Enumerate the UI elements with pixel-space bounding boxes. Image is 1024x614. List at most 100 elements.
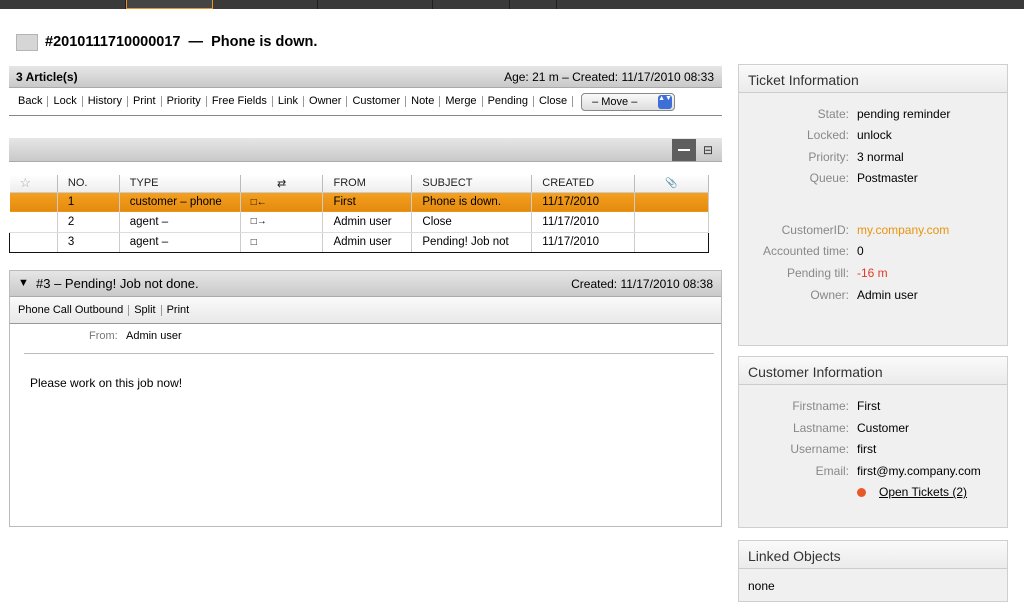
firstname-value: First xyxy=(857,399,881,413)
article-body: Please work on this job now! xyxy=(30,376,183,390)
print-link[interactable]: Print xyxy=(128,96,162,107)
ticket-number: #2010111710000017 xyxy=(45,34,181,50)
history-link[interactable]: History xyxy=(83,96,128,107)
owner-value: Admin user xyxy=(857,288,918,302)
row-subject: Close xyxy=(411,212,533,233)
row-from: First xyxy=(322,192,413,212)
select-arrows-icon: ▲▼ xyxy=(658,94,673,109)
lock-link[interactable]: Lock xyxy=(48,96,83,107)
table-row[interactable]: 2 agent – □→ Admin user Close 11/17/2010 xyxy=(9,212,709,233)
locked-label: Locked: xyxy=(806,128,849,142)
collapsed-view-icon[interactable] xyxy=(672,139,696,161)
customer-information-heading: Customer Information xyxy=(739,357,1007,385)
close-link[interactable]: Close xyxy=(534,96,574,107)
phone-call-outbound-link[interactable]: Phone Call Outbound xyxy=(13,304,130,316)
attachment-column-icon[interactable]: 📎 xyxy=(634,175,709,193)
internal-direction-icon: □ xyxy=(240,231,324,253)
priority-value: 3 normal xyxy=(857,150,904,164)
article-action-menu: Phone Call Outbound Split Print xyxy=(10,297,721,324)
note-link[interactable]: Note xyxy=(406,96,441,107)
outgoing-direction-icon: □→ xyxy=(240,212,324,233)
row-created: 11/17/2010 xyxy=(531,192,636,212)
row-from: Admin user xyxy=(322,231,413,253)
nav-tab-6[interactable] xyxy=(510,0,557,9)
article-detail-header: ▼ #3 – Pending! Job not done. Created: 1… xyxy=(10,271,721,297)
ticket-age-created: Age: 21 m – Created: 11/17/2010 08:33 xyxy=(504,70,714,84)
row-created: 11/17/2010 xyxy=(531,231,636,253)
star-column-icon[interactable]: ☆ xyxy=(9,175,58,193)
email-value[interactable]: first@my.company.com xyxy=(857,464,981,478)
collapse-triangle-icon[interactable]: ▼ xyxy=(18,277,29,289)
customerid-link[interactable]: my.company.com xyxy=(857,223,949,237)
incoming-direction-icon: □← xyxy=(240,192,324,212)
username-label: Username: xyxy=(790,442,849,456)
column-header-type[interactable]: TYPE xyxy=(119,175,241,193)
username-value: first xyxy=(857,442,877,456)
firstname-label: Firstname: xyxy=(792,399,849,413)
email-label: Email: xyxy=(815,464,849,478)
nav-tab-1[interactable] xyxy=(0,0,126,9)
column-header-from[interactable]: FROM xyxy=(322,175,413,193)
from-value: Admin user xyxy=(126,330,182,342)
row-from: Admin user xyxy=(322,212,413,233)
link-link[interactable]: Link xyxy=(273,96,305,107)
status-dot-icon xyxy=(857,488,866,497)
ticket-title-row: #2010111710000017 — Phone is down. xyxy=(16,33,317,51)
row-created: 11/17/2010 xyxy=(531,212,636,233)
table-row[interactable]: 1 customer – phone □← First Phone is dow… xyxy=(9,192,709,212)
locked-value: unlock xyxy=(857,128,892,142)
customerid-label: CustomerID: xyxy=(781,223,849,237)
article-created: Created: 11/17/2010 08:38 xyxy=(571,277,713,291)
top-navigation-bar xyxy=(0,0,1024,9)
pending-link[interactable]: Pending xyxy=(483,96,534,107)
direction-column-icon[interactable]: ⇄ xyxy=(240,175,324,193)
queue-label: Queue: xyxy=(809,171,849,185)
table-header-row: ☆ NO. TYPE ⇄ FROM SUBJECT CREATED 📎 xyxy=(9,175,709,193)
lastname-value: Customer xyxy=(857,421,910,435)
article-list-toolbar: ⊟ xyxy=(9,138,722,162)
free-fields-link[interactable]: Free Fields xyxy=(207,96,273,107)
nav-tab-5[interactable] xyxy=(433,0,510,9)
article-count: 3 Article(s) xyxy=(16,70,78,84)
row-type: customer – phone xyxy=(119,192,241,212)
row-type: agent – xyxy=(119,231,241,253)
ticket-subject: Phone is down. xyxy=(211,34,318,50)
nav-tab-active[interactable] xyxy=(126,0,213,9)
ticket-title: #2010111710000017 — Phone is down. xyxy=(45,34,317,50)
title-separator: — xyxy=(188,34,204,50)
lastname-label: Lastname: xyxy=(792,421,849,435)
column-header-subject[interactable]: SUBJECT xyxy=(411,175,533,193)
state-label: State: xyxy=(817,107,849,121)
linked-objects-value: none xyxy=(748,579,775,593)
row-no: 1 xyxy=(57,192,120,212)
ticket-action-menu: Back Lock History Print Priority Free Fi… xyxy=(9,88,722,116)
owner-link[interactable]: Owner xyxy=(304,96,348,107)
priority-label: Priority: xyxy=(808,150,849,164)
ticket-information-panel: Ticket Information State: pending remind… xyxy=(738,64,1008,346)
queue-value[interactable]: Postmaster xyxy=(857,171,918,185)
linked-objects-panel: Linked Objects none xyxy=(738,540,1008,602)
priority-color-swatch xyxy=(16,33,38,51)
article-subject: #3 – Pending! Job not done. xyxy=(36,276,199,291)
print-article-link[interactable]: Print xyxy=(162,304,195,316)
column-header-created[interactable]: CREATED xyxy=(531,175,636,193)
article-table: ☆ NO. TYPE ⇄ FROM SUBJECT CREATED 📎 1 cu… xyxy=(9,175,709,253)
move-queue-select[interactable]: – Move – ▲▼ xyxy=(581,92,676,111)
split-link[interactable]: Split xyxy=(129,304,162,316)
back-link[interactable]: Back xyxy=(13,96,49,107)
column-header-no[interactable]: NO. xyxy=(57,175,120,193)
open-tickets-link[interactable]: Open Tickets (2) xyxy=(879,485,967,499)
linked-objects-heading: Linked Objects xyxy=(739,541,1007,569)
priority-link[interactable]: Priority xyxy=(162,96,207,107)
state-value: pending reminder xyxy=(857,107,951,121)
row-subject: Phone is down. xyxy=(411,192,533,212)
table-row[interactable]: 3 agent – □ Admin user Pending! Job not … xyxy=(9,231,709,253)
merge-link[interactable]: Merge xyxy=(440,96,483,107)
customer-information-panel: Customer Information Firstname: First La… xyxy=(738,356,1008,528)
nav-tab-4[interactable] xyxy=(318,0,433,9)
nav-tab-3[interactable] xyxy=(213,0,318,9)
ticket-information-heading: Ticket Information xyxy=(739,65,1007,93)
article-detail-panel: ▼ #3 – Pending! Job not done. Created: 1… xyxy=(9,270,722,527)
expanded-view-icon[interactable]: ⊟ xyxy=(697,139,719,161)
customer-link[interactable]: Customer xyxy=(347,96,407,107)
